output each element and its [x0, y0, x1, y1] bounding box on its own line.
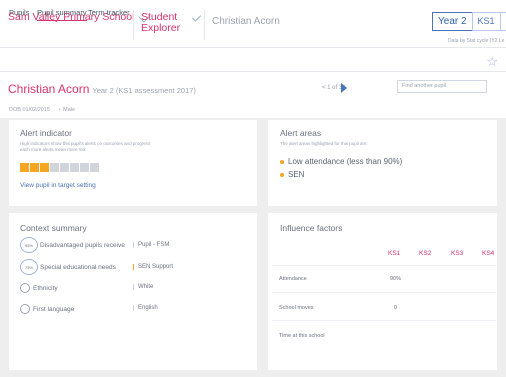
alert-level-segment — [60, 163, 69, 172]
alert-level-segment — [30, 163, 39, 172]
alert-level-segment — [50, 163, 59, 172]
influence-factors-title: Influence factors — [280, 223, 343, 233]
context-row: 95% Disadvantaged pupils receive — [20, 237, 125, 253]
list-item: Low attendance (less than 90%) — [280, 155, 402, 168]
alert-areas-list: Low attendance (less than 90%) SEN — [280, 155, 402, 181]
alert-areas-title: Alert areas — [280, 128, 322, 138]
bullet-icon — [280, 159, 284, 164]
alert-level-segment — [80, 163, 89, 172]
pupil-meta: Year 2 (KS1 assessment 2017) — [92, 86, 196, 95]
influence-row-value: 0 — [394, 305, 398, 311]
context-row: First language — [20, 304, 74, 314]
divider — [272, 292, 496, 293]
year-tabs: Year 2 KS1 Fo — [432, 12, 506, 31]
pupil-name: Christian Acorn Year 2 (KS1 assessment 20… — [8, 82, 196, 96]
dob-text: DOB 01/02/2015 — [9, 107, 50, 113]
divider — [133, 10, 134, 40]
column-header: KS4 — [482, 250, 495, 257]
find-pupil-input[interactable]: Find another pupil — [397, 80, 487, 93]
bullet-icon — [280, 172, 284, 177]
context-row-value: SEN Support — [133, 264, 173, 270]
alert-area-text: Low attendance (less than 90%) — [288, 157, 403, 166]
alert-indicator-title: Alert indicator — [20, 128, 72, 138]
year-tab-year2[interactable]: Year 2 — [432, 12, 473, 31]
data-cycle-label: Data by Stat cycle (Y2 Le — [448, 38, 505, 44]
year-tab-ks1[interactable]: KS1 — [471, 12, 501, 31]
tab-bar — [0, 48, 506, 72]
column-header: KS2 — [419, 250, 432, 257]
pupil-dob: DOB 01/02/2015 ♀ Male — [9, 107, 75, 113]
alert-level-segment — [90, 163, 99, 172]
tab-pupils[interactable]: Pupils — [9, 8, 29, 20]
context-row-value: Pupil - FSM — [133, 242, 169, 248]
alert-level-segment — [20, 163, 29, 172]
next-pupil-icon[interactable] — [341, 83, 347, 93]
column-header: KS3 — [451, 250, 464, 257]
context-row-label: First language — [33, 305, 75, 313]
influence-row-label: School moves — [279, 305, 314, 311]
alert-indicator-desc-line: each more alerts mean more risk — [20, 147, 86, 152]
explorer-selector[interactable]: Student Explorer — [141, 11, 202, 38]
alert-indicator-desc: High indicators show this pupil's alerts… — [20, 141, 190, 153]
alert-area-text: SEN — [288, 170, 305, 179]
list-item: SEN — [280, 168, 402, 181]
alert-level-segment — [40, 163, 49, 172]
ethnicity-icon — [20, 283, 30, 293]
influence-row-value: 90% — [390, 276, 402, 282]
context-row-label: Disadvantaged pupils receive — [40, 241, 125, 249]
gender-icon: ♀ — [57, 107, 62, 113]
language-icon — [20, 304, 30, 314]
year-tab-fo[interactable]: Fo — [499, 12, 506, 31]
pupil-name-text: Christian Acorn — [8, 82, 90, 96]
alert-areas-desc: The alert areas highlighted for this pup… — [280, 141, 368, 146]
alert-level-segment — [70, 163, 79, 172]
context-summary-title: Context summary — [20, 223, 87, 233]
percentage-ring: 75% — [20, 259, 38, 275]
divider — [204, 10, 205, 40]
context-row: 75% Special educational needs — [20, 259, 116, 275]
explorer-selector-label: Student Explorer — [141, 11, 181, 34]
star-icon[interactable]: ☆ — [486, 54, 498, 70]
percentage-ring: 95% — [20, 237, 38, 253]
context-row: Ethnicity — [20, 283, 58, 293]
influence-row-label: Attendance — [279, 276, 307, 282]
tab-pupil-summary[interactable]: Pupil summary — [37, 8, 87, 21]
context-row-label: Special educational needs — [40, 263, 116, 271]
alert-level-bar — [20, 163, 99, 172]
influence-row-label: Time at this school — [279, 333, 325, 339]
column-header: KS1 — [388, 250, 401, 257]
divider — [272, 265, 496, 266]
tab-term-tracker[interactable]: Term tracker — [88, 8, 130, 20]
target-setting-link[interactable]: View pupil in target setting — [20, 182, 96, 189]
context-row-value: White — [133, 284, 153, 290]
student-name: Christian Acorn — [212, 16, 280, 27]
divider — [272, 320, 496, 321]
gender-text: Male — [63, 107, 76, 113]
context-row-label: Ethnicity — [33, 284, 58, 292]
context-row-value: English — [133, 305, 158, 311]
